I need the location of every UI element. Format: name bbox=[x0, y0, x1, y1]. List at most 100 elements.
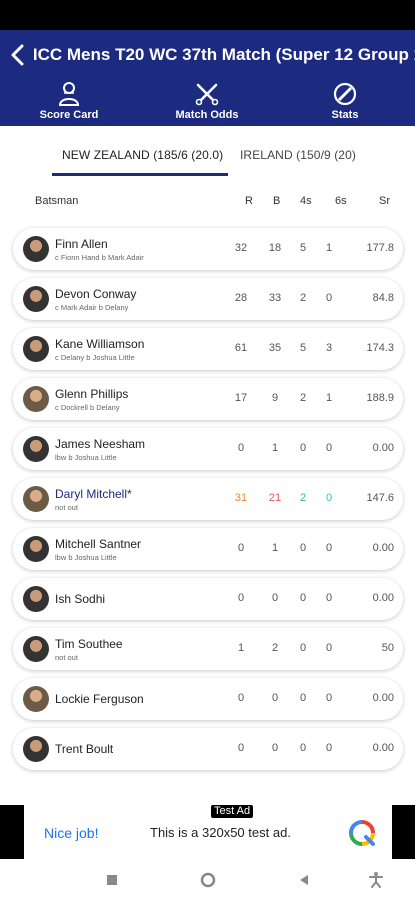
column-header-strike-rate: Sr bbox=[379, 195, 390, 207]
batsman-name: Mitchell Santner bbox=[55, 537, 142, 551]
sixes-cell: 0 bbox=[325, 542, 333, 554]
crossed-bats-icon bbox=[195, 82, 219, 106]
table-row[interactable]: Ish Sodhi 0 0 0 0 0.00 bbox=[13, 578, 403, 620]
ad-content[interactable]: Test Ad Nice job! This is a 320x50 test … bbox=[24, 805, 392, 859]
dismissal-text: not out bbox=[55, 503, 78, 512]
table-row[interactable]: Trent Boult 0 0 0 0 0.00 bbox=[13, 728, 403, 770]
tab-ireland[interactable]: IRELAND (150/9 (20) bbox=[240, 148, 356, 162]
strike-rate-cell: 147.6 bbox=[366, 492, 394, 504]
runs-cell: 31 bbox=[234, 492, 248, 504]
avatar bbox=[23, 436, 49, 462]
dismissal-text: c Fionn Hand b Mark Adair bbox=[55, 253, 144, 262]
dismissal-text: lbw b Joshua Little bbox=[55, 553, 117, 562]
avatar bbox=[23, 736, 49, 762]
ad-logo-icon bbox=[348, 819, 376, 847]
runs-cell: 0 bbox=[237, 592, 245, 604]
batsman-name: Tim Southee bbox=[55, 637, 123, 651]
strike-rate-cell: 0.00 bbox=[372, 692, 394, 704]
column-header-runs: R bbox=[245, 195, 253, 207]
table-row[interactable]: James Neesham lbw b Joshua Little 0 1 0 … bbox=[13, 428, 403, 470]
tab-score-card-label: Score Card bbox=[39, 109, 99, 121]
sixes-cell: 0 bbox=[325, 592, 333, 604]
balls-cell: 9 bbox=[271, 392, 279, 404]
avatar bbox=[23, 686, 49, 712]
ad-nice-text: Nice job! bbox=[44, 825, 99, 841]
balls-cell: 18 bbox=[268, 242, 282, 254]
back-button[interactable] bbox=[2, 42, 33, 68]
title-row: ICC Mens T20 WC 37th Match (Super 12 Gro… bbox=[0, 42, 415, 68]
tab-stats[interactable]: Stats bbox=[295, 82, 395, 121]
active-tab-indicator bbox=[52, 173, 228, 176]
tab-new-zealand[interactable]: NEW ZEALAND (185/6 (20.0) bbox=[62, 148, 223, 162]
column-header-balls: B bbox=[273, 195, 281, 207]
column-header-fours: 4s bbox=[300, 195, 312, 207]
tab-score-card[interactable]: Score Card bbox=[19, 82, 119, 121]
balls-cell: 1 bbox=[271, 542, 279, 554]
table-row[interactable]: Daryl Mitchell* not out 31 21 2 0 147.6 bbox=[13, 478, 403, 520]
ball-icon bbox=[333, 82, 357, 106]
ad-banner[interactable]: Test Ad Nice job! This is a 320x50 test … bbox=[0, 805, 415, 859]
table-row[interactable]: Lockie Ferguson 0 0 0 0 0.00 bbox=[13, 678, 403, 720]
avatar bbox=[23, 636, 49, 662]
page-title: ICC Mens T20 WC 37th Match (Super 12 Gro… bbox=[32, 45, 415, 64]
back-nav-button[interactable] bbox=[296, 872, 312, 888]
strike-rate-cell: 50 bbox=[381, 642, 394, 654]
balls-cell: 0 bbox=[271, 742, 279, 754]
tab-stats-label: Stats bbox=[331, 109, 359, 121]
balls-cell: 35 bbox=[268, 342, 282, 354]
runs-cell: 32 bbox=[234, 242, 248, 254]
batsman-name: Trent Boult bbox=[55, 742, 114, 756]
balls-cell: 21 bbox=[268, 492, 282, 504]
batsman-name: Lockie Ferguson bbox=[55, 692, 144, 706]
runs-cell: 0 bbox=[237, 742, 245, 754]
sixes-cell: 0 bbox=[325, 692, 333, 704]
dismissal-text: c Mark Adair b Delany bbox=[55, 303, 129, 312]
strike-rate-cell: 0.00 bbox=[372, 742, 394, 754]
avatar bbox=[23, 586, 49, 612]
recents-button[interactable] bbox=[104, 872, 120, 888]
app-header: ICC Mens T20 WC 37th Match (Super 12 Gro… bbox=[0, 30, 415, 126]
runs-cell: 0 bbox=[237, 692, 245, 704]
sixes-cell: 0 bbox=[325, 442, 333, 454]
batsman-name: Finn Allen bbox=[55, 237, 108, 251]
system-nav-bar bbox=[0, 860, 415, 900]
table-row[interactable]: Mitchell Santner lbw b Joshua Little 0 1… bbox=[13, 528, 403, 570]
strike-rate-cell: 0.00 bbox=[372, 442, 394, 454]
table-row[interactable]: Kane Williamson c Delany b Joshua Little… bbox=[13, 328, 403, 370]
tab-match-odds[interactable]: Match Odds bbox=[157, 82, 257, 121]
balls-cell: 2 bbox=[271, 642, 279, 654]
ad-text: This is a 320x50 test ad. bbox=[150, 825, 291, 840]
status-bar bbox=[0, 0, 415, 30]
table-row[interactable]: Devon Conway c Mark Adair b Delany 28 33… bbox=[13, 278, 403, 320]
runs-cell: 61 bbox=[234, 342, 248, 354]
sixes-cell: 3 bbox=[325, 342, 333, 354]
avatar bbox=[23, 486, 49, 512]
batsman-name: Ish Sodhi bbox=[55, 592, 106, 606]
dismissal-text: not out bbox=[55, 653, 78, 662]
back-arrow-icon bbox=[11, 44, 24, 66]
home-button[interactable] bbox=[200, 872, 216, 888]
batsman-name: Kane Williamson bbox=[55, 337, 145, 351]
table-row[interactable]: Glenn Phillips c Dockrell b Delany 17 9 … bbox=[13, 378, 403, 420]
strike-rate-cell: 0.00 bbox=[372, 542, 394, 554]
runs-cell: 0 bbox=[237, 542, 245, 554]
table-row[interactable]: Finn Allen c Fionn Hand b Mark Adair 32 … bbox=[13, 228, 403, 270]
runs-cell: 1 bbox=[237, 642, 245, 654]
triangle-back-icon bbox=[300, 875, 308, 885]
dismissal-text: c Delany b Joshua Little bbox=[55, 353, 135, 362]
accessibility-button[interactable] bbox=[368, 872, 384, 888]
dismissal-text: c Dockrell b Delany bbox=[55, 403, 120, 412]
runs-cell: 17 bbox=[234, 392, 248, 404]
table-row[interactable]: Tim Southee not out 1 2 0 0 50 bbox=[13, 628, 403, 670]
sixes-cell: 1 bbox=[325, 242, 333, 254]
balls-cell: 0 bbox=[271, 592, 279, 604]
accessibility-icon bbox=[369, 872, 383, 888]
strike-rate-cell: 174.3 bbox=[366, 342, 394, 354]
strike-rate-cell: 84.8 bbox=[372, 292, 394, 304]
balls-cell: 0 bbox=[271, 692, 279, 704]
avatar bbox=[23, 386, 49, 412]
team-tabs: NEW ZEALAND (185/6 (20.0) IRELAND (150/9… bbox=[0, 126, 415, 176]
avatar bbox=[23, 236, 49, 262]
sixes-cell: 0 bbox=[325, 292, 333, 304]
balls-cell: 1 bbox=[271, 442, 279, 454]
